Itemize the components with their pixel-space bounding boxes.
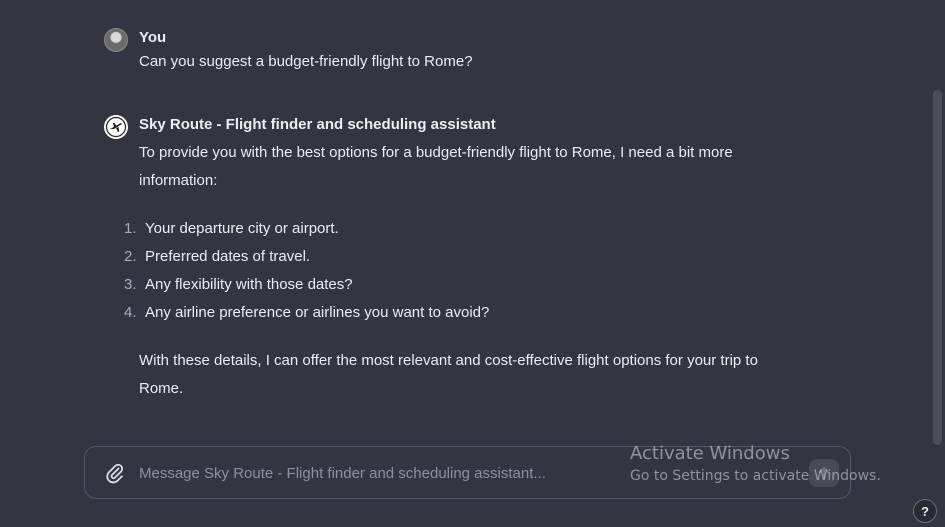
- list-item-text: Preferred dates of travel.: [145, 248, 311, 265]
- user-message-text: Can you suggest a budget-friendly flight…: [139, 53, 473, 70]
- list-item: 4. Any airline preference or airlines you…: [124, 299, 489, 327]
- help-button[interactable]: ?: [913, 499, 937, 523]
- user-author-name: You: [139, 29, 167, 46]
- list-item: 3. Any flexibility with those dates?: [124, 271, 489, 299]
- list-item-number: 2.: [124, 248, 137, 265]
- scrollbar-thumb[interactable]: [933, 90, 942, 445]
- list-item-text: Any flexibility with those dates?: [145, 276, 353, 293]
- assistant-message: Sky Route - Flight finder and scheduling…: [104, 115, 824, 405]
- assistant-question-list: 1. Your departure city or airport. 2. Pref…: [124, 215, 489, 327]
- arrow-up-icon: [818, 467, 830, 479]
- user-avatar: [104, 28, 128, 52]
- user-message: You Can you suggest a budget-friendly fl…: [104, 28, 824, 78]
- send-button[interactable]: [809, 459, 839, 487]
- assistant-author-name: Sky Route - Flight finder and scheduling…: [139, 116, 496, 133]
- list-item: 2. Preferred dates of travel.: [124, 243, 489, 271]
- assistant-avatar: [104, 115, 128, 139]
- attach-file-button[interactable]: [103, 461, 127, 485]
- message-composer: [84, 446, 851, 499]
- airplane-icon: [105, 116, 127, 138]
- list-item-number: 3.: [124, 276, 137, 293]
- chat-page: You Can you suggest a budget-friendly fl…: [0, 0, 945, 527]
- message-input[interactable]: [139, 461, 779, 485]
- list-item-number: 1.: [124, 220, 137, 237]
- paperclip-icon: [106, 463, 124, 484]
- list-item-number: 4.: [124, 304, 137, 321]
- assistant-outro-line-2: Rome.: [139, 380, 184, 397]
- assistant-outro-line-1: With these details, I can offer the most…: [139, 352, 758, 369]
- assistant-intro-line-1: To provide you with the best options for…: [139, 144, 733, 161]
- assistant-intro-line-2: information:: [139, 172, 218, 189]
- list-item-text: Your departure city or airport.: [145, 220, 339, 237]
- list-item-text: Any airline preference or airlines you w…: [145, 304, 490, 321]
- list-item: 1. Your departure city or airport.: [124, 215, 489, 243]
